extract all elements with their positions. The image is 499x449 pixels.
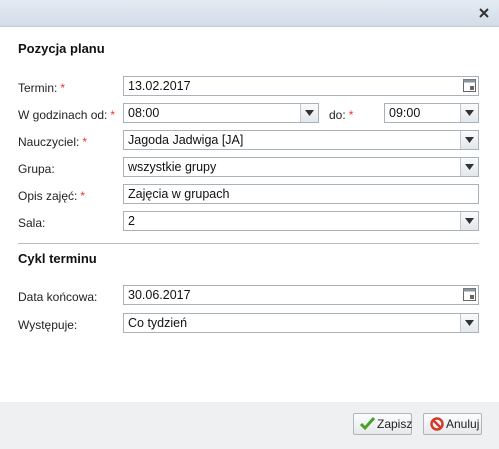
section-title-plan: Pozycja planu xyxy=(18,41,105,56)
wystepuje-select[interactable]: Co tydzień xyxy=(123,313,479,333)
opis-input[interactable]: Zajęcia w grupach xyxy=(123,184,479,204)
chevron-down-icon[interactable] xyxy=(300,104,318,122)
godziny-od-value: 08:00 xyxy=(128,106,160,120)
data-koncowa-field[interactable]: 30.06.2017 xyxy=(123,285,479,305)
required-marker: * xyxy=(80,189,86,203)
chevron-down-icon[interactable] xyxy=(460,131,478,149)
cancel-icon xyxy=(430,417,444,434)
cancel-button-label: Anuluj xyxy=(446,417,480,431)
termin-value: 13.02.2017 xyxy=(128,79,191,93)
cancel-button[interactable]: Anuluj xyxy=(423,413,482,435)
checkmark-icon xyxy=(359,416,376,434)
label-wystepuje: Występuje: xyxy=(18,318,78,332)
label-godziny-od: W godzinach od: * xyxy=(18,108,116,122)
required-marker: * xyxy=(110,108,116,122)
opis-value: Zajęcia w grupach xyxy=(128,187,230,201)
label-godziny-do: do: * xyxy=(329,108,354,122)
close-icon[interactable] xyxy=(478,7,490,19)
sala-select[interactable]: 2 xyxy=(123,211,479,231)
chevron-down-icon[interactable] xyxy=(460,158,478,176)
section-title-cykl: Cykl terminu xyxy=(18,251,97,266)
label-grupa: Grupa: xyxy=(18,162,55,176)
chevron-down-icon[interactable] xyxy=(460,212,478,230)
label-nauczyciel: Nauczyciel: * xyxy=(18,135,88,149)
dialog-footer: Zapisz Anuluj xyxy=(0,402,499,449)
nauczyciel-value: Jagoda Jadwiga [JA] xyxy=(128,133,244,147)
chevron-down-icon[interactable] xyxy=(460,314,478,332)
chevron-down-icon[interactable] xyxy=(460,104,478,122)
required-marker: * xyxy=(60,81,66,95)
godziny-do-select[interactable]: 09:00 xyxy=(384,103,479,123)
nauczyciel-select[interactable]: Jagoda Jadwiga [JA] xyxy=(123,130,479,150)
calendar-icon[interactable] xyxy=(461,286,478,304)
calendar-icon[interactable] xyxy=(461,77,478,95)
label-data-koncowa: Data końcowa: xyxy=(18,290,98,304)
godziny-do-value: 09:00 xyxy=(389,106,421,120)
label-opis: Opis zajęć: * xyxy=(18,189,86,203)
label-termin: Termin: * xyxy=(18,81,66,95)
save-button-label: Zapisz xyxy=(377,417,413,431)
sala-value: 2 xyxy=(128,214,135,228)
required-marker: * xyxy=(348,108,354,122)
grupa-value: wszystkie grupy xyxy=(128,160,217,174)
grupa-select[interactable]: wszystkie grupy xyxy=(123,157,479,177)
label-sala: Sala: xyxy=(18,216,46,230)
godziny-od-select[interactable]: 08:00 xyxy=(123,103,319,123)
section-divider xyxy=(18,243,479,244)
required-marker: * xyxy=(82,135,88,149)
save-button[interactable]: Zapisz xyxy=(353,413,412,435)
data-koncowa-value: 30.06.2017 xyxy=(128,288,191,302)
dialog-titlebar xyxy=(0,0,499,27)
termin-date-field[interactable]: 13.02.2017 xyxy=(123,76,479,96)
wystepuje-value: Co tydzień xyxy=(128,316,188,330)
